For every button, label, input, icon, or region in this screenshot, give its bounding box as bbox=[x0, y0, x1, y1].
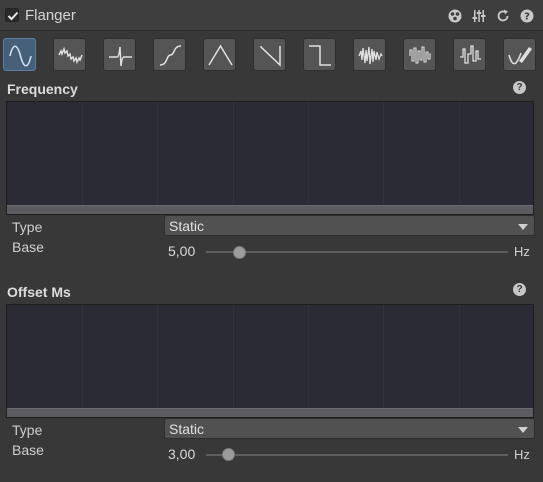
frequency-base-value[interactable]: 5,00 bbox=[168, 243, 195, 259]
mixer-icon[interactable] bbox=[471, 8, 487, 24]
component-header: Flanger ? bbox=[0, 0, 543, 31]
help-icon[interactable]: ? bbox=[519, 8, 535, 24]
frequency-base-label: Base bbox=[12, 239, 44, 255]
chevron-down-icon bbox=[518, 427, 528, 433]
reset-icon[interactable] bbox=[495, 8, 511, 24]
grid-line bbox=[233, 102, 234, 214]
waveform-custom-draw-button[interactable] bbox=[503, 38, 536, 71]
grid-line bbox=[383, 102, 384, 214]
offset-curve-editor[interactable] bbox=[6, 304, 534, 418]
waveform-noise-button[interactable] bbox=[353, 38, 386, 71]
enable-checkbox[interactable] bbox=[5, 8, 19, 22]
svg-text:?: ? bbox=[524, 12, 530, 23]
grid-line bbox=[157, 305, 158, 417]
waveform-square-button[interactable] bbox=[303, 38, 336, 71]
waveform-sawtooth-button[interactable] bbox=[253, 38, 286, 71]
grid-line bbox=[459, 102, 460, 214]
frequency-slider-thumb[interactable] bbox=[232, 246, 246, 259]
waveform-random-bars-button[interactable] bbox=[453, 38, 486, 71]
grid-line bbox=[157, 102, 158, 214]
component-title: Flanger bbox=[25, 7, 76, 24]
offset-type-value: Static bbox=[169, 421, 205, 437]
offset-slider-track[interactable] bbox=[206, 454, 508, 456]
offset-title: Offset Ms bbox=[7, 284, 71, 300]
grid-line bbox=[82, 305, 83, 417]
frequency-title: Frequency bbox=[7, 81, 78, 97]
waveform-presets bbox=[3, 38, 541, 72]
offset-type-dropdown[interactable]: Static bbox=[164, 418, 535, 439]
grid-line bbox=[233, 305, 234, 417]
curve-baseline bbox=[7, 205, 533, 214]
waveform-noise-sine-button[interactable] bbox=[53, 38, 86, 71]
offset-base-value[interactable]: 3,00 bbox=[168, 446, 195, 462]
frequency-type-label: Type bbox=[12, 219, 43, 235]
waveform-pulse-button[interactable] bbox=[103, 38, 136, 71]
offset-type-label: Type bbox=[12, 422, 43, 438]
offset-base-label: Base bbox=[12, 442, 44, 458]
grid-line bbox=[308, 102, 309, 214]
frequency-type-dropdown[interactable]: Static bbox=[164, 215, 535, 236]
waveform-random-steps-button[interactable] bbox=[403, 38, 436, 71]
grid-line bbox=[308, 305, 309, 417]
preset-icon[interactable] bbox=[447, 8, 463, 24]
grid-line bbox=[383, 305, 384, 417]
offset-slider-thumb[interactable] bbox=[222, 448, 236, 461]
chevron-down-icon bbox=[518, 224, 528, 230]
curve-baseline bbox=[7, 408, 533, 417]
waveform-sine-button[interactable] bbox=[3, 38, 36, 71]
grid-line bbox=[82, 102, 83, 214]
waveform-s-curve-button[interactable] bbox=[153, 38, 186, 71]
offset-help-icon[interactable]: ? bbox=[513, 283, 526, 296]
frequency-type-value: Static bbox=[169, 218, 205, 234]
grid-line bbox=[459, 305, 460, 417]
offset-unit: Hz bbox=[514, 447, 530, 462]
frequency-help-icon[interactable]: ? bbox=[513, 81, 526, 94]
waveform-triangle-button[interactable] bbox=[203, 38, 236, 71]
frequency-slider-track[interactable] bbox=[206, 251, 508, 253]
frequency-curve-editor[interactable] bbox=[6, 101, 534, 215]
frequency-unit: Hz bbox=[514, 244, 530, 259]
